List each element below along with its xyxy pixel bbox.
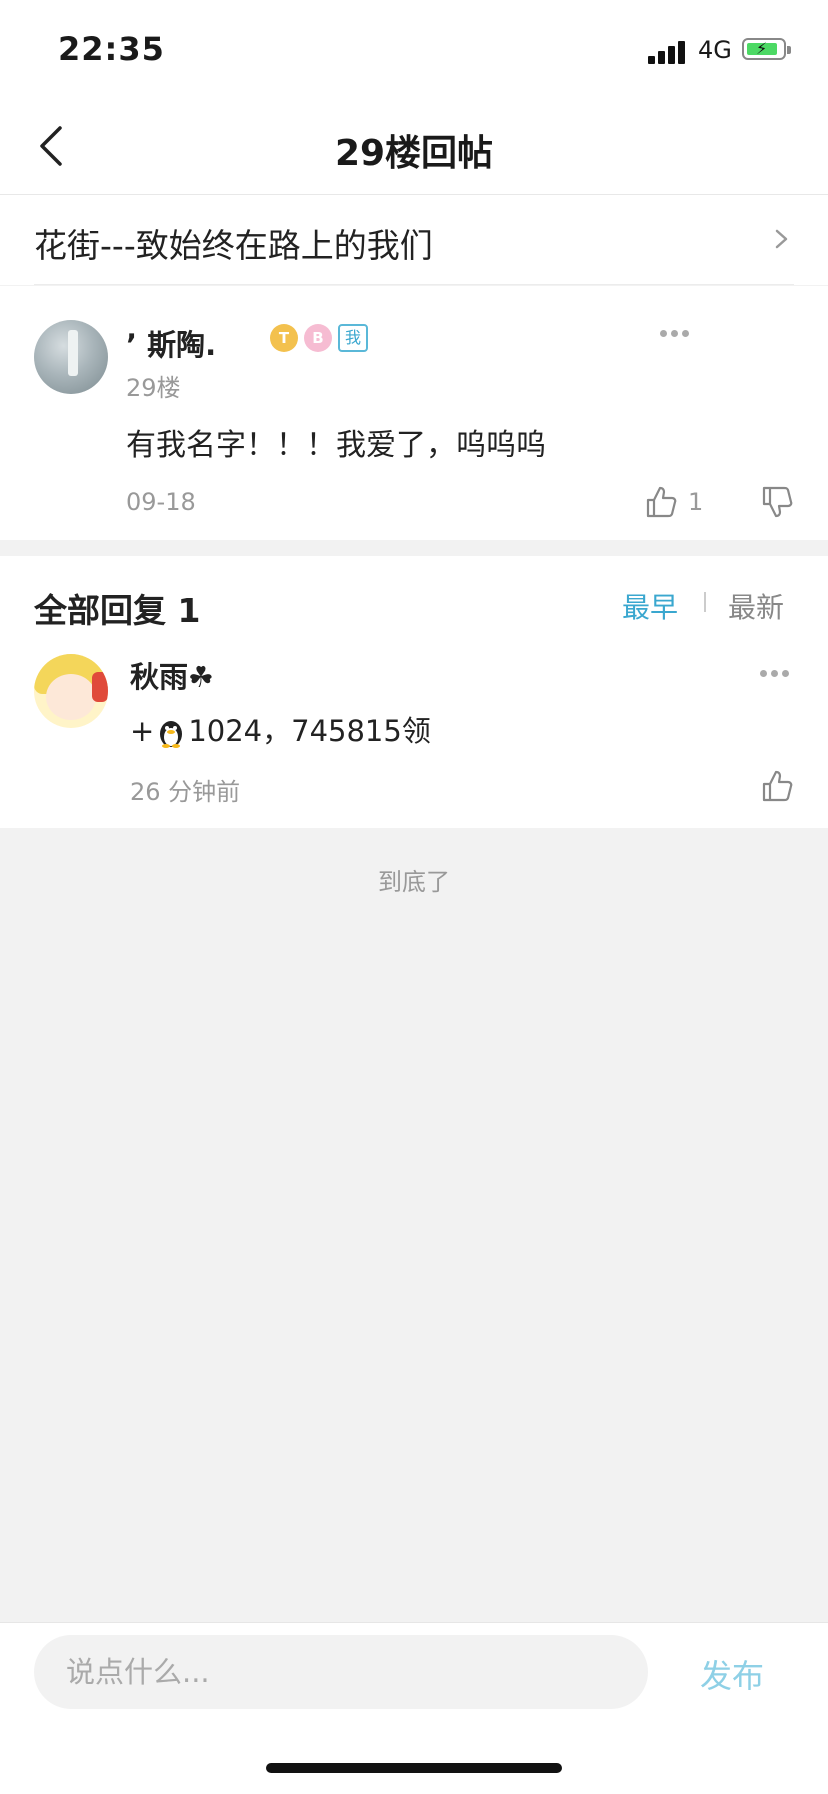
comment-input[interactable] — [34, 1635, 648, 1709]
thumbs-up-icon[interactable] — [760, 768, 796, 804]
thumbs-up-icon[interactable] — [644, 484, 680, 520]
comment-bar: 发布 — [0, 1622, 828, 1794]
more-icon[interactable] — [660, 330, 690, 338]
thread-title: 花街---致始终在路上的我们 — [34, 226, 433, 265]
battery-icon: ⚡ — [742, 38, 791, 60]
chevron-right-icon — [775, 229, 788, 249]
reply-content-text: 1024，745815领 — [188, 714, 431, 748]
thumbs-down-icon[interactable] — [760, 484, 796, 520]
avatar[interactable] — [34, 654, 108, 728]
floor-post: ’ 斯陶. TB我 29楼 有我名字！！！我爱了，呜呜呜 09-18 1 — [0, 286, 828, 540]
network-type: 4G — [698, 36, 732, 64]
replies-title: 全部回复 1 — [34, 591, 201, 630]
avatar[interactable] — [34, 320, 108, 394]
page-title: 29楼回帖 — [334, 133, 494, 174]
post-date: 09-18 — [126, 488, 196, 516]
sort-divider — [704, 592, 706, 612]
end-of-list: 到底了 — [378, 868, 450, 896]
post-content: 有我名字！！！我爱了，呜呜呜 — [126, 428, 546, 463]
reply-content: + 1024，745815领 — [130, 708, 431, 750]
thread-link[interactable]: 花街---致始终在路上的我们 — [0, 195, 828, 285]
post-username[interactable]: ’ 斯陶. — [126, 322, 216, 364]
signal-icon — [648, 40, 688, 64]
home-indicator[interactable] — [266, 1763, 562, 1773]
member-badge-icon: B — [304, 324, 332, 352]
sort-earliest-tab[interactable]: 最早 — [622, 586, 678, 626]
replies-section: 全部回复 1 最早 最新 秋雨☘ + 1024，745815领 26 分钟前 — [0, 556, 828, 828]
reply-time: 26 分钟前 — [130, 778, 241, 806]
status-time: 22:35 — [58, 30, 165, 68]
reply-username[interactable]: 秋雨☘ — [130, 654, 214, 696]
divider — [34, 284, 794, 285]
level-badge-icon: T — [270, 324, 298, 352]
nav-bar: 29楼回帖 — [0, 96, 828, 195]
more-icon[interactable] — [760, 670, 790, 678]
penguin-icon — [160, 721, 183, 748]
sort-latest-tab[interactable]: 最新 — [728, 586, 784, 626]
status-bar: 22:35 4G ⚡ — [0, 0, 828, 96]
reply-content-prefix: + — [130, 714, 155, 748]
like-count: 1 — [688, 488, 704, 516]
me-badge: 我 — [338, 324, 368, 352]
user-badges: TB我 — [270, 324, 374, 354]
floor-number: 29楼 — [126, 374, 181, 402]
publish-button[interactable]: 发布 — [700, 1651, 764, 1697]
